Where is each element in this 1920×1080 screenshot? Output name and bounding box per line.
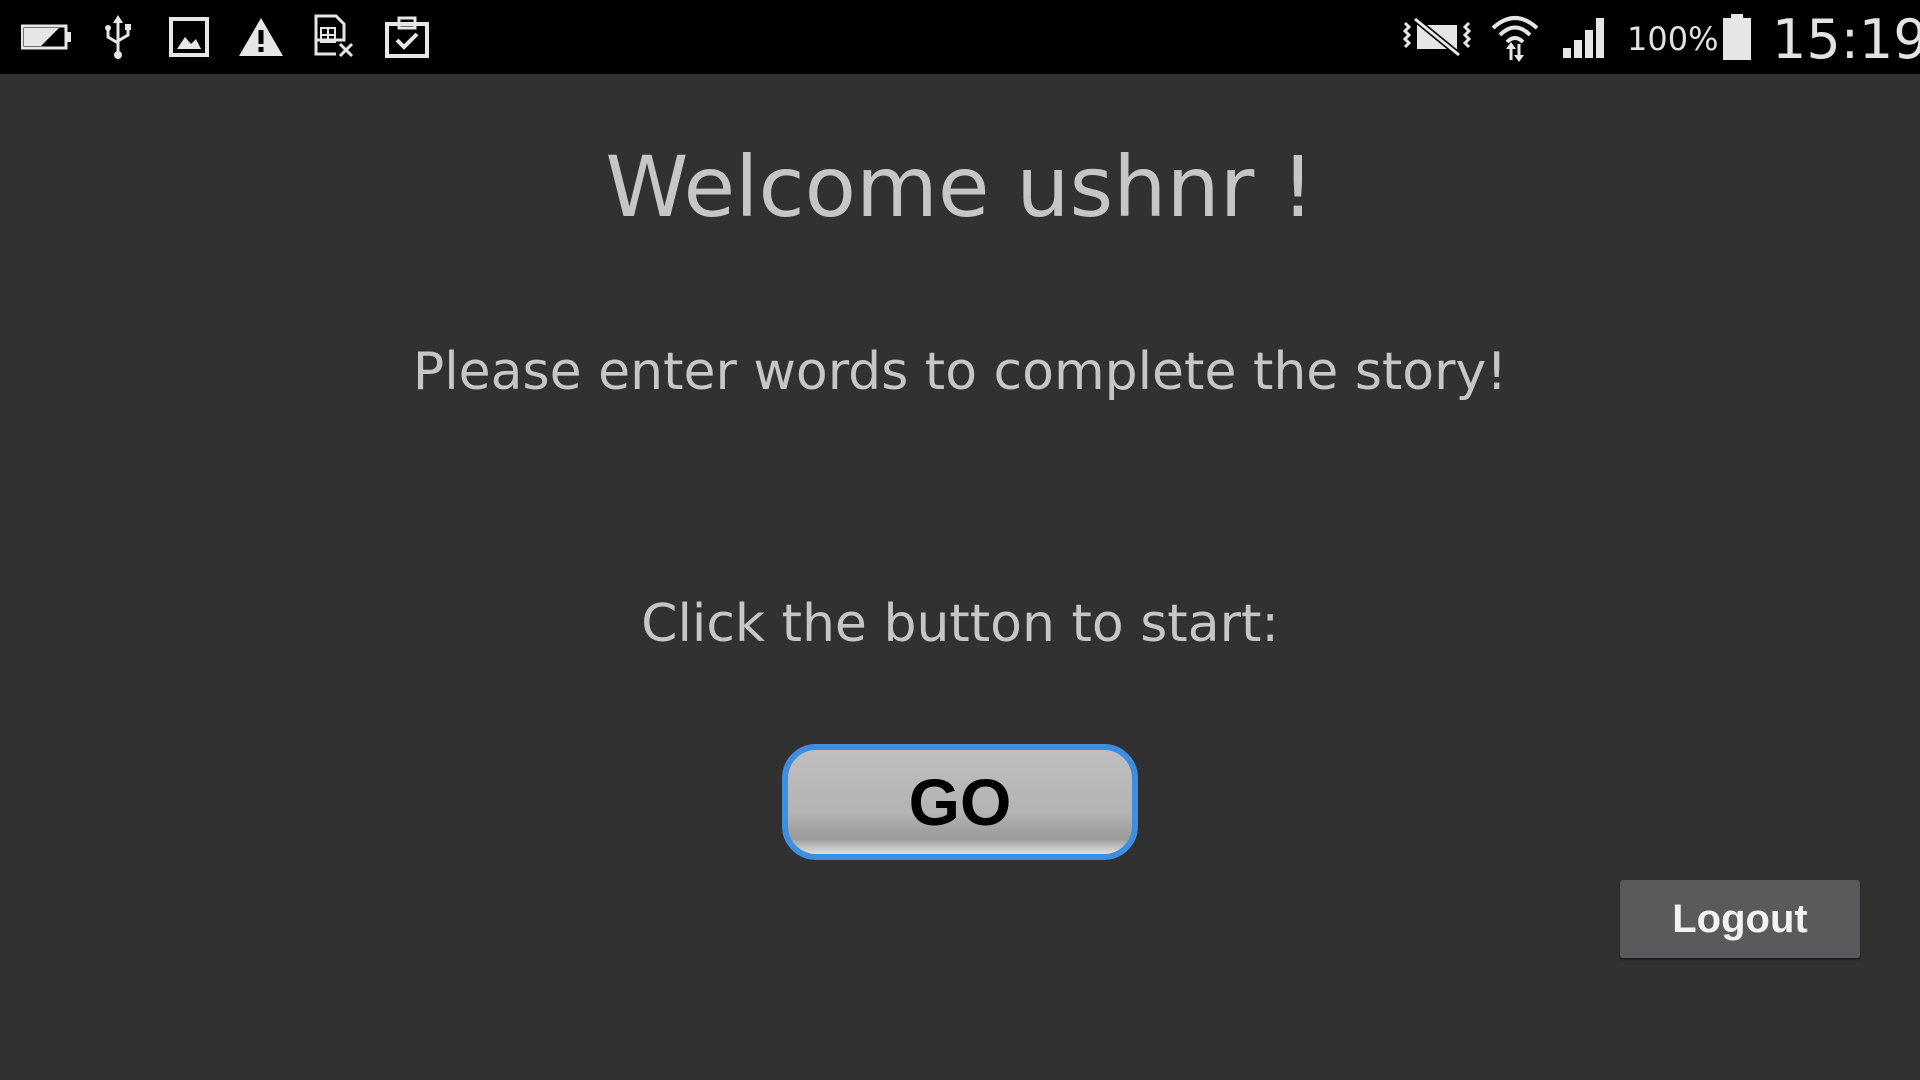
logout-button[interactable]: Logout — [1620, 880, 1860, 958]
logout-button-label: Logout — [1672, 896, 1808, 941]
vibrate-mute-icon — [1400, 12, 1474, 62]
clipboard-check-icon — [384, 12, 430, 62]
clock: 15:19 — [1772, 8, 1920, 71]
instruction-text: Please enter words to complete the story… — [412, 342, 1508, 402]
signal-icon — [1560, 12, 1612, 62]
usb-icon — [100, 12, 136, 62]
image-icon — [168, 12, 210, 62]
main-content: Welcome ushnr ! Please enter words to co… — [0, 74, 1920, 1080]
sim-error-icon — [312, 12, 358, 62]
warning-icon — [236, 12, 286, 62]
battery-percent: 100% — [1627, 20, 1719, 58]
click-prompt-text: Click the button to start: — [641, 594, 1279, 654]
go-button-label: GO — [908, 765, 1012, 839]
status-bar: 100% 15:19 — [0, 0, 1920, 74]
battery-full-icon — [1720, 12, 1754, 62]
go-button[interactable]: GO — [782, 744, 1138, 860]
battery-low-icon — [20, 12, 74, 62]
welcome-heading: Welcome ushnr ! — [605, 138, 1315, 236]
wifi-icon — [1488, 12, 1542, 62]
